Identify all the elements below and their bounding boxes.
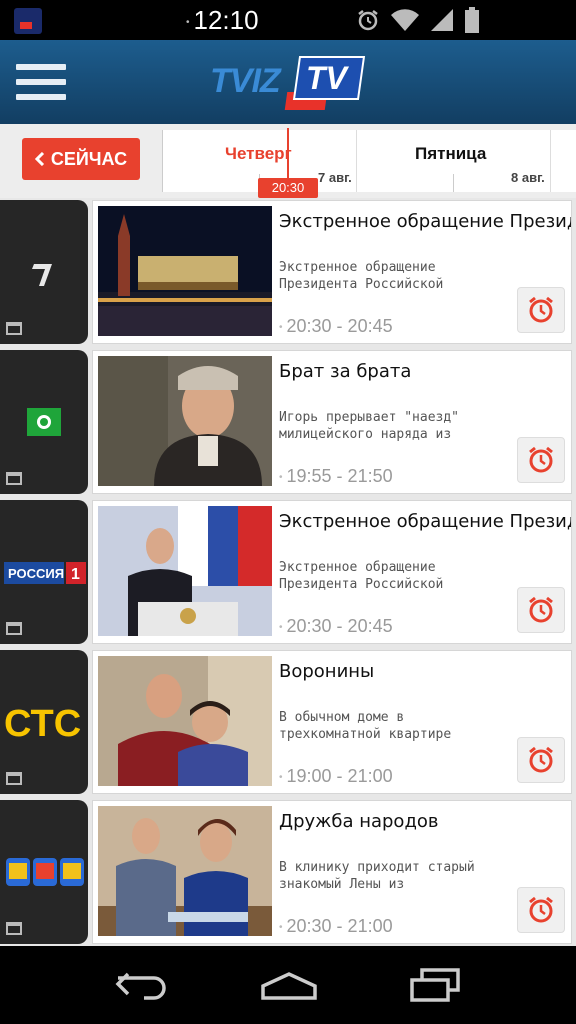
alarm-clock-icon <box>529 896 553 923</box>
recent-apps-icon[interactable] <box>408 968 462 1002</box>
program-list[interactable]: Экстренное обращение Президента Экстренн… <box>0 198 576 946</box>
channel-logo-perviy[interactable] <box>0 200 88 344</box>
program-title: Дружба народов <box>279 811 439 832</box>
rossiya-1-icon: РОССИЯ 1 <box>4 562 86 584</box>
now-button-label: СЕЙЧАС <box>50 148 128 169</box>
alarm-clock-icon <box>529 746 553 773</box>
list-item[interactable]: Дружба народов В клинику приходит старый… <box>0 798 576 944</box>
program-time: 20:30 - 21:00 <box>279 916 393 937</box>
tviz-logo: TVIZ TV <box>210 54 366 110</box>
reminder-button[interactable] <box>517 437 565 483</box>
list-item[interactable]: Брат за брата Игорь прерывает "наезд" ми… <box>0 348 576 494</box>
menu-icon[interactable] <box>16 64 66 102</box>
day-tabs: Четверг 7 авг. Пятница 8 авг. <box>162 130 576 192</box>
program-title: Воронины <box>279 661 375 682</box>
alarm-clock-icon <box>529 596 553 623</box>
program-card[interactable]: Брат за брата Игорь прерывает "наезд" ми… <box>92 350 572 494</box>
svg-text:1: 1 <box>71 566 80 583</box>
program-description: Игорь прерывает "наезд" милицейского нар… <box>279 410 460 442</box>
program-thumbnail <box>98 356 272 486</box>
now-button[interactable]: СЕЙЧАС <box>22 138 140 180</box>
channel-1-icon <box>32 264 52 286</box>
channel-logo-ntv[interactable] <box>0 350 88 494</box>
program-time: 20:30 - 20:45 <box>279 316 393 337</box>
calendar-icon[interactable] <box>6 622 22 635</box>
svg-text:СТС: СТС <box>4 703 81 742</box>
program-card[interactable]: Экстренное обращение Президента Экстренн… <box>92 200 572 344</box>
list-item[interactable]: РОССИЯ 1 Экстренное обращение Прези Экст… <box>0 498 576 644</box>
status-bar: 12:10 <box>0 0 576 40</box>
tviz-app-icon <box>14 8 42 34</box>
clock: 12:10 <box>186 5 566 36</box>
channel-logo-sts[interactable]: СТС <box>0 650 88 794</box>
reminder-button[interactable] <box>517 737 565 783</box>
program-time: 20:30 - 20:45 <box>279 616 393 637</box>
reminder-button[interactable] <box>517 587 565 633</box>
reminder-button[interactable] <box>517 887 565 933</box>
current-time-marker <box>287 128 289 180</box>
tab-friday[interactable]: Пятница 8 авг. <box>357 130 551 192</box>
calendar-icon[interactable] <box>6 472 22 485</box>
program-title: Брат за брата <box>279 361 412 382</box>
program-description: Экстренное обращение Президента Российск… <box>279 260 444 292</box>
day-name: Пятница <box>415 144 487 163</box>
sts-icon: СТС <box>4 703 81 742</box>
calendar-icon[interactable] <box>6 922 22 935</box>
day-date: 8 авг. <box>511 170 545 185</box>
alarm-clock-icon <box>529 296 553 323</box>
program-time: 19:00 - 21:00 <box>279 766 393 787</box>
alarm-clock-icon <box>529 446 553 473</box>
channel-logo-rossiya1[interactable]: РОССИЯ 1 <box>0 500 88 644</box>
system-nav-bar <box>0 946 576 1024</box>
svg-text:РОССИЯ: РОССИЯ <box>8 566 64 581</box>
program-thumbnail <box>98 806 272 936</box>
program-card[interactable]: Дружба народов В клинику приходит старый… <box>92 800 572 944</box>
domashniy-icon <box>6 858 84 886</box>
program-title: Экстренное обращение Президента <box>279 211 571 232</box>
home-icon[interactable] <box>259 970 319 1000</box>
back-icon[interactable] <box>114 968 170 1002</box>
chevron-left-icon <box>34 152 44 166</box>
program-thumbnail <box>98 656 272 786</box>
program-description: В клинику приходит старый знакомый Лены … <box>279 860 475 892</box>
calendar-icon[interactable] <box>6 772 22 785</box>
channel-logo-domashniy[interactable] <box>0 800 88 944</box>
program-description: В обычном доме в трехкомнатной квартире <box>279 710 452 742</box>
program-thumbnail <box>98 206 272 336</box>
program-title: Экстренное обращение Президента <box>279 511 571 532</box>
day-date: 7 авг. <box>318 170 352 185</box>
program-card[interactable]: Экстренное обращение Президента Экстренн… <box>92 500 572 644</box>
list-item[interactable]: СТС Воронины В обычном доме в трехкомнат… <box>0 648 576 794</box>
day-name: Четверг <box>225 144 292 163</box>
calendar-icon[interactable] <box>6 322 22 335</box>
program-thumbnail <box>98 506 272 636</box>
list-item[interactable]: Экстренное обращение Президента Экстренн… <box>0 198 576 344</box>
reminder-button[interactable] <box>517 287 565 333</box>
app-bar: TVIZ TV <box>0 40 576 124</box>
program-card[interactable]: Воронины В обычном доме в трехкомнатной … <box>92 650 572 794</box>
current-time-label: 20:30 <box>258 178 318 198</box>
ntv-icon <box>27 408 61 436</box>
program-description: Экстренное обращение Президента Российск… <box>279 560 444 592</box>
program-time: 19:55 - 21:50 <box>279 466 393 487</box>
